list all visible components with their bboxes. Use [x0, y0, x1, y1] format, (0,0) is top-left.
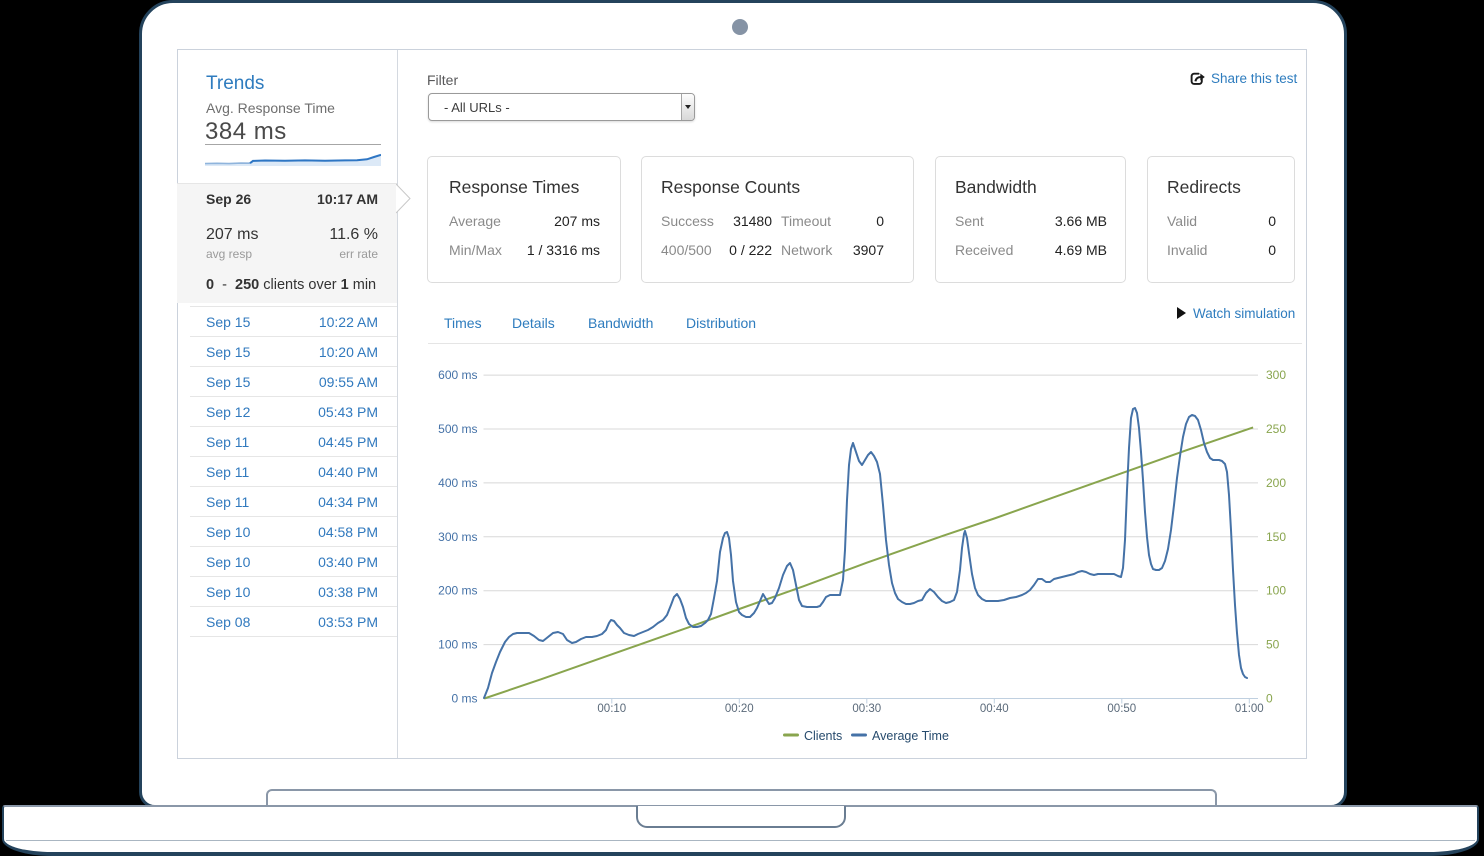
svg-text:Clients: Clients [804, 729, 842, 743]
svg-text:00:40: 00:40 [980, 703, 1009, 715]
svg-text:100 ms: 100 ms [438, 638, 477, 652]
svg-text:00:20: 00:20 [725, 703, 754, 715]
svg-text:50: 50 [1266, 638, 1280, 652]
svg-text:150: 150 [1266, 530, 1286, 544]
svg-text:00:30: 00:30 [852, 703, 881, 715]
svg-text:200 ms: 200 ms [438, 584, 477, 598]
svg-text:500 ms: 500 ms [438, 422, 477, 436]
svg-text:01:00: 01:00 [1235, 703, 1264, 715]
svg-text:200: 200 [1266, 476, 1286, 490]
svg-text:400 ms: 400 ms [438, 476, 477, 490]
svg-text:00:50: 00:50 [1107, 703, 1136, 715]
svg-text:600 ms: 600 ms [438, 368, 477, 382]
svg-text:100: 100 [1266, 584, 1286, 598]
svg-text:0: 0 [1266, 692, 1273, 706]
svg-text:300 ms: 300 ms [438, 530, 477, 544]
svg-text:250: 250 [1266, 422, 1286, 436]
svg-text:0 ms: 0 ms [451, 692, 477, 706]
svg-text:300: 300 [1266, 368, 1286, 382]
svg-text:Average Time: Average Time [872, 729, 949, 743]
svg-text:00:10: 00:10 [597, 703, 626, 715]
